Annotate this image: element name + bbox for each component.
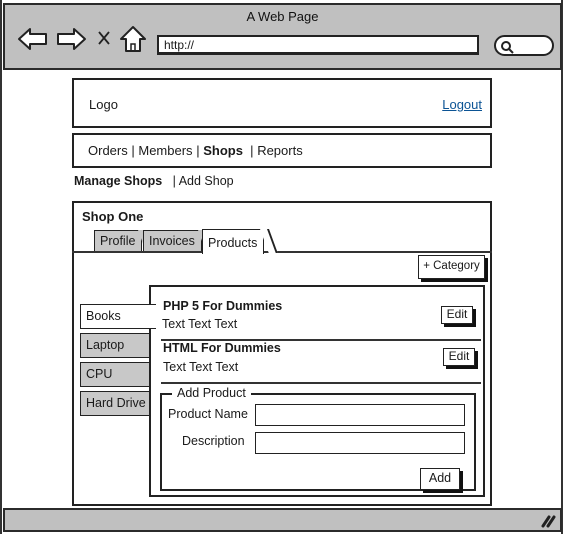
nav-separator: | <box>196 143 200 158</box>
search-icon <box>501 41 514 54</box>
subnav-separator: | <box>172 174 176 188</box>
shop-title: Shop One <box>82 209 144 224</box>
add-product-legend: Add Product <box>172 386 251 400</box>
add-product-button[interactable]: Add <box>420 468 460 490</box>
category-hard-drive[interactable]: Hard Drive <box>80 391 152 416</box>
forward-arrow-icon[interactable] <box>55 27 87 56</box>
add-shop-link[interactable]: Add Shop <box>179 174 234 188</box>
nav-separator: | <box>250 143 254 158</box>
product-name: HTML For Dummies <box>163 341 281 355</box>
nav-shops[interactable]: Shops <box>203 143 243 158</box>
product-name-input[interactable] <box>255 404 465 426</box>
edit-product-button[interactable]: Edit <box>441 306 473 324</box>
stop-x-icon[interactable] <box>97 30 111 51</box>
product-name-label: Product Name <box>168 407 248 421</box>
browser-status-bar <box>3 508 562 532</box>
logout-link[interactable]: Logout <box>442 97 482 112</box>
browser-toolbar: A Web Page http:// <box>3 3 562 70</box>
header-panel: Logo Logout <box>72 78 492 128</box>
window-title: A Web Page <box>246 9 319 24</box>
nav-separator: | <box>131 143 135 158</box>
description-input[interactable] <box>255 432 465 454</box>
address-bar[interactable]: http:// <box>157 35 479 55</box>
description-label: Description <box>182 434 245 448</box>
back-arrow-icon[interactable] <box>17 27 49 56</box>
product-description: Text Text Text <box>162 317 238 331</box>
tab-invoices[interactable]: Invoices <box>143 230 202 252</box>
browser-search-field[interactable] <box>494 35 554 56</box>
add-category-button[interactable]: + Category <box>418 255 485 279</box>
nav-reports[interactable]: Reports <box>257 143 303 158</box>
logo: Logo <box>89 97 118 112</box>
product-description: Text Text Text <box>163 360 239 374</box>
category-books[interactable]: Books <box>80 304 156 329</box>
nav-orders[interactable]: Orders <box>88 143 128 158</box>
tab-profile[interactable]: Profile <box>94 230 143 252</box>
browser-window: A Web Page http:// Logo Logout Orders | … <box>0 0 563 534</box>
manage-shops-link[interactable]: Manage Shops <box>74 174 162 188</box>
product-item: PHP 5 For Dummies Text Text Text Edit <box>161 299 481 341</box>
edit-product-button[interactable]: Edit <box>443 348 475 366</box>
products-content: PHP 5 For Dummies Text Text Text Edit HT… <box>149 285 485 497</box>
product-name: PHP 5 For Dummies <box>163 299 283 313</box>
main-nav: Orders | Members | Shops | Reports <box>72 133 492 168</box>
resize-grip-icon[interactable] <box>540 513 556 534</box>
category-cpu[interactable]: CPU <box>80 362 152 387</box>
sub-nav: Manage Shops | Add Shop <box>74 174 234 188</box>
add-product-form: Add Product Product Name Description Add <box>160 386 476 491</box>
category-laptop[interactable]: Laptop <box>80 333 152 358</box>
tab-divider <box>72 251 492 253</box>
tab-products[interactable]: Products <box>202 229 265 254</box>
home-icon[interactable] <box>119 25 147 58</box>
product-divider <box>161 382 481 384</box>
nav-members[interactable]: Members <box>138 143 192 158</box>
shop-panel: Shop One Profile Invoices Products + Cat… <box>72 201 492 506</box>
product-item: HTML For Dummies Text Text Text Edit <box>161 341 481 384</box>
